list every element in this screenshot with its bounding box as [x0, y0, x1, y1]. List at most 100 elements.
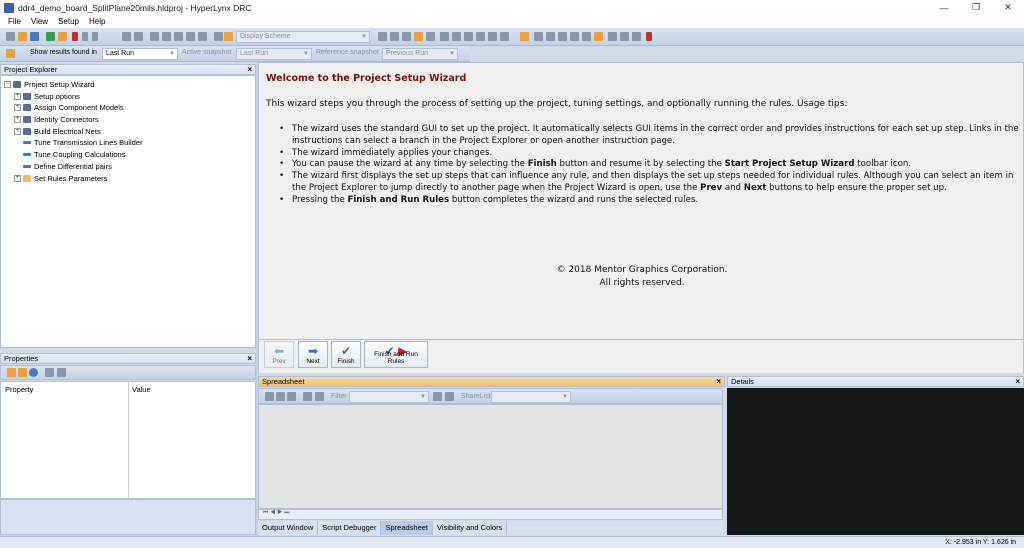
display-scheme-icon[interactable] — [224, 32, 233, 41]
run-icon[interactable] — [72, 32, 78, 41]
reference-snapshot-select[interactable]: Previous Run ▼ — [382, 48, 458, 60]
new-file-icon[interactable] — [6, 32, 15, 41]
next-button[interactable]: ➡ Next — [298, 341, 328, 368]
zoom-previous-icon[interactable] — [198, 32, 207, 41]
ruler-icon[interactable] — [534, 32, 543, 41]
export-icon[interactable] — [452, 32, 461, 41]
minimize-button[interactable]: — — [928, 0, 960, 15]
redo-icon[interactable] — [488, 32, 497, 41]
close-icon[interactable]: × — [247, 65, 252, 74]
categorized-icon[interactable] — [7, 368, 16, 377]
display-scheme-select[interactable]: Display Scheme ▼ — [236, 31, 370, 43]
close-icon[interactable]: × — [247, 354, 252, 363]
close-icon[interactable]: × — [1015, 377, 1020, 386]
sharelist-select[interactable]: ▼ — [491, 391, 571, 403]
tab-output-window[interactable]: Output Window — [258, 521, 319, 535]
tip-text: buttons to help ensure the proper set up… — [766, 182, 947, 193]
tab-script-debugger[interactable]: Script Debugger — [318, 521, 382, 535]
menu-help[interactable]: Help — [89, 17, 105, 26]
cursor-coordinates: X: -2.953 in Y: 1.626 in — [945, 539, 1016, 546]
stop-icon[interactable] — [92, 32, 98, 41]
record-navigation[interactable]: ⏮ ◀ ▶ ⏭ — [263, 510, 290, 516]
differential-pair-icon — [23, 165, 31, 168]
highlight-net-icon[interactable] — [520, 32, 529, 41]
copy-icon[interactable] — [426, 32, 435, 41]
refresh-icon[interactable] — [464, 32, 473, 41]
filter-select[interactable]: ▼ — [349, 391, 429, 403]
menu-file[interactable]: File — [8, 17, 21, 26]
forward-arrow-icon[interactable] — [57, 368, 66, 377]
tree-item-label: Define Differential pairs — [34, 162, 112, 171]
back-arrow-icon[interactable] — [303, 392, 312, 401]
tree-item-set-rules-parameters[interactable]: + Set Rules Parameters — [14, 173, 107, 184]
zoom-fit-icon[interactable] — [174, 32, 183, 41]
board-icon[interactable] — [46, 32, 55, 41]
finish-and-run-rules-button[interactable]: ✔ ▶ Finish and Run Rules — [364, 341, 428, 368]
measure-icon[interactable] — [414, 32, 423, 41]
back-icon[interactable] — [620, 32, 629, 41]
zoom-out-icon[interactable] — [162, 32, 171, 41]
zoom-in-icon[interactable] — [150, 32, 159, 41]
wizard-icon[interactable] — [58, 32, 67, 41]
spreadsheet-navigator[interactable]: ⏮ ◀ ▶ ⏭ — [258, 509, 723, 520]
tree-item-setup-options[interactable]: + Setup options — [14, 91, 80, 102]
menu-setup[interactable]: Setup — [58, 17, 79, 26]
spreadsheet-tool-icon[interactable] — [276, 392, 285, 401]
prev-button[interactable]: ⬅ Prev — [264, 341, 294, 368]
rule-icon[interactable] — [646, 32, 652, 41]
tree-item-build-electrical-nets[interactable]: + Build Electrical Nets — [14, 126, 101, 137]
expand-icon[interactable]: + — [14, 104, 21, 111]
show-results-select[interactable]: Last Run ▼ — [102, 48, 178, 60]
save-icon[interactable] — [30, 32, 39, 41]
layers-icon[interactable] — [500, 32, 509, 41]
filter-icon[interactable] — [402, 32, 411, 41]
highlight-icon[interactable] — [390, 32, 399, 41]
pause-icon[interactable] — [82, 32, 88, 41]
print-icon[interactable] — [440, 32, 449, 41]
close-icon[interactable]: × — [716, 377, 721, 386]
open-folder-icon[interactable] — [18, 32, 27, 41]
expand-icon[interactable]: + — [14, 128, 21, 135]
restore-button[interactable]: ❐ — [960, 0, 992, 15]
forward-arrow-icon[interactable] — [134, 32, 143, 41]
chevron-down-icon: ▼ — [562, 394, 568, 400]
chip-icon[interactable] — [558, 32, 567, 41]
tree-item-define-differential-pairs[interactable]: Define Differential pairs — [14, 161, 112, 172]
expand-icon[interactable]: + — [14, 175, 21, 182]
report-icon[interactable] — [594, 32, 603, 41]
forward-icon[interactable] — [632, 32, 641, 41]
spreadsheet-tool-icon[interactable] — [265, 392, 274, 401]
component-icon[interactable] — [570, 32, 579, 41]
tree-item-project-setup-wizard[interactable]: − Project Setup Wizard — [4, 79, 94, 90]
funnel-icon[interactable] — [433, 392, 442, 401]
tab-spreadsheet[interactable]: Spreadsheet — [381, 521, 434, 535]
tab-visibility-and-colors[interactable]: Visibility and Colors — [433, 521, 508, 535]
expand-icon[interactable]: + — [14, 93, 21, 100]
back-arrow-icon[interactable] — [45, 368, 54, 377]
tree-item-identify-connectors[interactable]: + Identify Connectors — [14, 114, 99, 125]
link-icon[interactable] — [608, 32, 617, 41]
pin-icon[interactable] — [582, 32, 591, 41]
forward-arrow-icon[interactable] — [315, 392, 324, 401]
grid-icon[interactable] — [546, 32, 555, 41]
spreadsheet-tool-icon[interactable] — [287, 392, 296, 401]
spreadsheet-grid[interactable] — [258, 404, 723, 509]
layer-icon[interactable] — [214, 32, 223, 41]
tree-item-tune-coupling[interactable]: Tune Coupling Calculations — [14, 149, 125, 160]
undo-icon[interactable] — [476, 32, 485, 41]
tree-item-tune-transmission-lines[interactable]: Tune Transmission Lines Builder — [14, 137, 143, 148]
tree-item-assign-component-models[interactable]: + Assign Component Models — [14, 102, 124, 113]
select-icon[interactable] — [378, 32, 387, 41]
sort-icon[interactable] — [18, 368, 27, 377]
collapse-icon[interactable]: − — [4, 81, 11, 88]
zoom-area-icon[interactable] — [186, 32, 195, 41]
active-snapshot-select[interactable]: Last Run ▼ — [236, 48, 312, 60]
back-arrow-icon[interactable] — [122, 32, 131, 41]
help-icon[interactable] — [29, 368, 38, 377]
close-button[interactable]: ✕ — [992, 0, 1024, 15]
expand-icon[interactable]: + — [14, 116, 21, 123]
funnel-clear-icon[interactable] — [445, 392, 454, 401]
menu-view[interactable]: View — [31, 17, 48, 26]
results-icon[interactable] — [6, 49, 15, 58]
finish-button[interactable]: ✔ Finish — [331, 341, 361, 368]
